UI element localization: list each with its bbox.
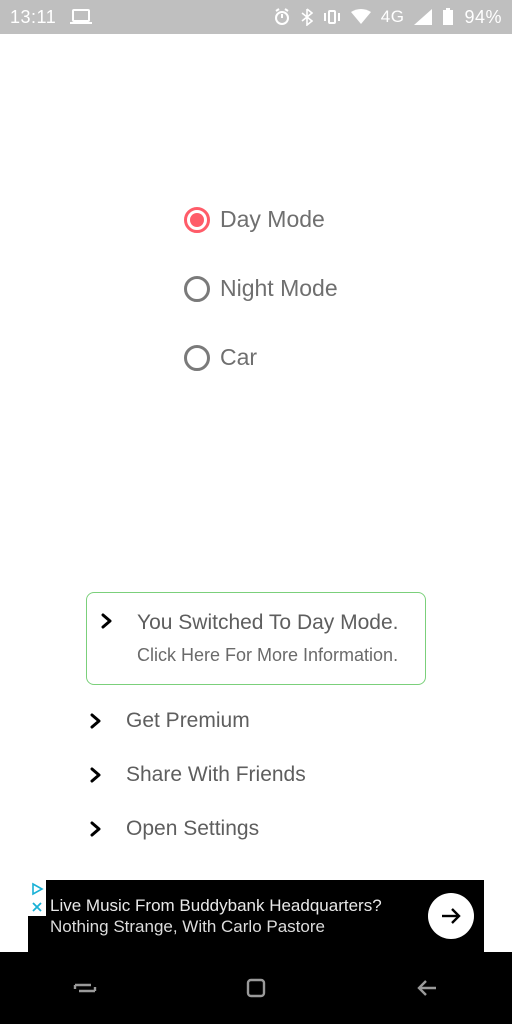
radio-icon: [184, 276, 210, 302]
action-list: You Switched To Day Mode. Click Here For…: [86, 592, 426, 847]
status-right: 4G 94%: [273, 7, 502, 28]
callout-subtitle: Click Here For More Information.: [137, 645, 399, 666]
chevron-right-icon: [86, 709, 106, 729]
mode-label: Day Mode: [220, 206, 325, 233]
status-left: 13:11: [10, 7, 92, 28]
callout-title: You Switched To Day Mode.: [137, 611, 399, 635]
ad-line2: Nothing Strange, With Carlo Pastore: [50, 916, 418, 937]
bluetooth-icon: [301, 8, 313, 26]
recent-apps-icon: [71, 977, 99, 999]
mode-option-night[interactable]: Night Mode: [184, 275, 338, 302]
status-time: 13:11: [10, 7, 56, 28]
mode-label: Night Mode: [220, 275, 338, 302]
close-ad-icon[interactable]: [28, 898, 46, 916]
arrow-right-icon: [438, 903, 464, 929]
nav-back-button[interactable]: [397, 968, 457, 1008]
ad-go-button[interactable]: [428, 893, 474, 939]
nav-recent-button[interactable]: [55, 968, 115, 1008]
mode-option-car[interactable]: Car: [184, 344, 338, 371]
network-label: 4G: [381, 7, 405, 27]
android-navbar: [0, 952, 512, 1024]
chevron-right-icon: [86, 763, 106, 783]
wifi-icon: [351, 9, 371, 25]
ad-text: Live Music From Buddybank Headquarters? …: [50, 895, 418, 938]
nav-home-button[interactable]: [226, 968, 286, 1008]
home-icon: [244, 976, 268, 1000]
status-bar: 13:11 4G 94%: [0, 0, 512, 34]
action-get-premium[interactable]: Get Premium: [86, 703, 426, 739]
mode-radio-group: Day Mode Night Mode Car: [184, 206, 338, 371]
action-label: Open Settings: [126, 817, 259, 841]
cell-signal-icon: [414, 9, 432, 25]
mode-label: Car: [220, 344, 257, 371]
action-open-settings[interactable]: Open Settings: [86, 811, 426, 847]
action-label: Get Premium: [126, 709, 250, 733]
radio-selected-icon: [184, 207, 210, 233]
action-label: Share With Friends: [126, 763, 306, 787]
adchoices-icon: [28, 880, 46, 898]
chevron-right-icon: [97, 611, 117, 629]
chevron-right-icon: [86, 817, 106, 837]
alarm-icon: [273, 8, 291, 26]
radio-icon: [184, 345, 210, 371]
callout-texts: You Switched To Day Mode. Click Here For…: [137, 611, 399, 666]
battery-icon: [442, 8, 454, 26]
callout-more-info[interactable]: You Switched To Day Mode. Click Here For…: [86, 592, 426, 685]
action-share-friends[interactable]: Share With Friends: [86, 757, 426, 793]
vibrate-icon: [323, 8, 341, 26]
laptop-icon: [70, 8, 92, 26]
back-icon: [414, 977, 440, 999]
ad-badge[interactable]: [28, 880, 46, 916]
ad-line1: Live Music From Buddybank Headquarters?: [50, 895, 418, 916]
ad-banner[interactable]: Live Music From Buddybank Headquarters? …: [28, 880, 484, 952]
battery-label: 94%: [464, 7, 502, 28]
mode-option-day[interactable]: Day Mode: [184, 206, 338, 233]
